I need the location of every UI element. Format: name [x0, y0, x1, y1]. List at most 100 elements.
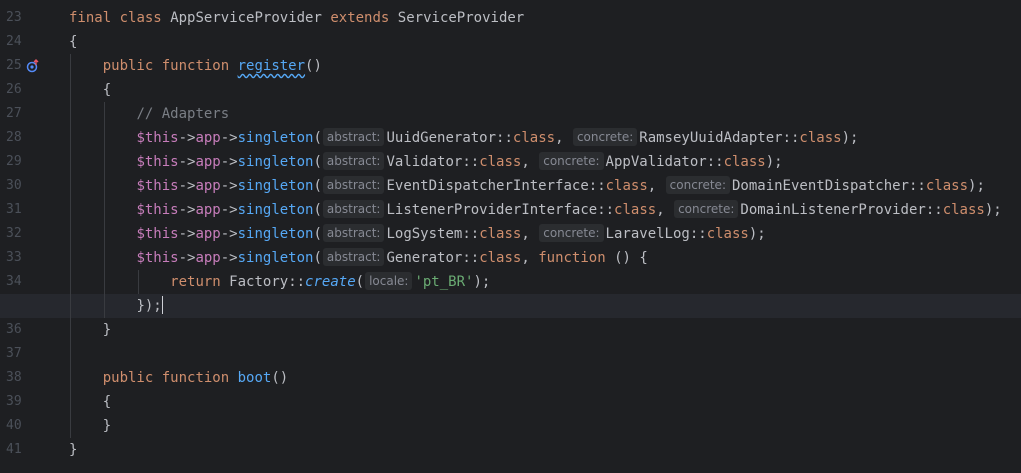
- param-hint: abstract:: [322, 152, 385, 170]
- paren: (: [313, 178, 322, 194]
- comma: ,: [521, 226, 530, 242]
- property-app: app: [195, 130, 221, 146]
- method-register[interactable]: register: [238, 58, 305, 74]
- this-var: $this: [136, 154, 179, 170]
- keyword: extends: [330, 10, 390, 26]
- this-var: $this: [136, 178, 179, 194]
- indent-guide: [70, 150, 71, 174]
- paren: (: [355, 274, 365, 290]
- code-line[interactable]: $this->app->singleton(abstract: Generator…: [0, 246, 1021, 270]
- indent-guide: [70, 318, 71, 342]
- code-line[interactable]: $this->app->singleton(abstract: LogSystem…: [0, 222, 1021, 246]
- indent-guide: [104, 150, 105, 174]
- paren: (: [313, 154, 322, 170]
- property-app: app: [195, 202, 221, 218]
- class-ref: UuidGenerator: [386, 130, 497, 146]
- method-singleton: singleton: [237, 154, 314, 170]
- keyword: function: [538, 250, 606, 266]
- class-ref: LogSystem: [386, 226, 463, 242]
- paren: (: [313, 202, 322, 218]
- param-hint: concrete:: [674, 200, 739, 218]
- keyword: public: [102, 370, 154, 386]
- indent-guide: [104, 270, 105, 294]
- indent-guide: [70, 270, 71, 294]
- arrow: ->: [178, 130, 196, 146]
- brace: }: [69, 442, 78, 458]
- close-stmt: );: [984, 202, 1002, 218]
- class-ref: AppValidator: [605, 154, 707, 170]
- code-line[interactable]: $this->app->singleton(abstract: ListenerP…: [0, 198, 1021, 222]
- param-hint: concrete:: [539, 224, 604, 242]
- code-line[interactable]: return Factory::create(locale:'pt_BR');: [0, 270, 1021, 294]
- indent-guide: [70, 102, 71, 126]
- code-line[interactable]: // Adapters: [0, 102, 1021, 126]
- param-hint: concrete:: [572, 128, 638, 146]
- keyword: class: [479, 250, 522, 266]
- param-hint: abstract:: [322, 248, 385, 266]
- code-line[interactable]: public function boot(): [0, 366, 1021, 390]
- code-line[interactable]: public function register(): [0, 54, 1021, 78]
- dcolon: ::: [689, 226, 707, 242]
- indent-guide: [104, 222, 105, 246]
- code-line[interactable]: }: [0, 438, 1021, 462]
- class-ref: Validator: [386, 154, 463, 170]
- code-line[interactable]: {: [0, 390, 1021, 414]
- code-line[interactable]: $this->app->singleton(abstract: EventDisp…: [0, 174, 1021, 198]
- class-ref: Generator: [386, 250, 463, 266]
- arrow: ->: [178, 202, 196, 218]
- param-hint: concrete:: [665, 176, 730, 194]
- code-area[interactable]: final class AppServiceProvider extends S…: [0, 6, 1021, 462]
- indent-guide: [104, 198, 105, 222]
- indent-guide: [70, 54, 71, 78]
- paren: (: [313, 130, 322, 146]
- indent-guide: [104, 246, 105, 270]
- param-hint: abstract:: [322, 200, 385, 218]
- indent-guide: [104, 294, 105, 318]
- code-line[interactable]: }: [0, 414, 1021, 438]
- close-stmt: );: [968, 178, 985, 194]
- keyword: return: [170, 274, 221, 290]
- param-hint: abstract:: [322, 224, 385, 242]
- arrow: ->: [178, 250, 196, 266]
- dcolon: ::: [909, 178, 926, 194]
- method-create: create: [305, 274, 356, 290]
- code-line[interactable]: {: [0, 30, 1021, 54]
- method-boot[interactable]: boot: [238, 370, 272, 386]
- keyword: class: [925, 178, 969, 194]
- code-editor[interactable]: 23 24 25 26 27 28 29 30 31 32 33 34 35 3…: [0, 0, 1021, 473]
- indent-guide: [70, 246, 71, 270]
- dcolon: ::: [462, 226, 480, 242]
- code-line[interactable]: }: [0, 318, 1021, 342]
- dcolon: ::: [462, 250, 480, 266]
- method-singleton: singleton: [237, 130, 314, 146]
- keyword: class: [119, 10, 162, 26]
- text-caret: [161, 296, 164, 314]
- arrow: ->: [220, 130, 238, 146]
- arrow: ->: [220, 178, 238, 194]
- string-literal: 'pt_BR': [414, 274, 474, 290]
- comma: ,: [521, 250, 530, 266]
- dcolon: ::: [706, 154, 724, 170]
- code-line[interactable]: $this->app->singleton(abstract: UuidGener…: [0, 126, 1021, 150]
- method-singleton: singleton: [237, 226, 314, 242]
- indent-guide: [70, 198, 71, 222]
- code-line-current[interactable]: });: [0, 294, 1021, 318]
- class-ref: Factory: [229, 274, 289, 290]
- indent-guide: [104, 174, 105, 198]
- keyword: class: [479, 154, 522, 170]
- keyword: class: [512, 130, 556, 146]
- code-line[interactable]: {: [0, 78, 1021, 102]
- code-line[interactable]: $this->app->singleton(abstract: Validator…: [0, 150, 1021, 174]
- comma: ,: [647, 178, 657, 194]
- code-line[interactable]: [0, 342, 1021, 366]
- dcolon: ::: [288, 274, 306, 290]
- indent-guide: [70, 126, 71, 150]
- keyword: final: [69, 10, 112, 26]
- code-line[interactable]: final class AppServiceProvider extends S…: [0, 6, 1021, 30]
- indent-guide: [104, 126, 105, 150]
- class-ref: DomainListenerProvider: [740, 202, 926, 218]
- brace: {: [102, 82, 112, 98]
- this-var: $this: [136, 202, 179, 218]
- param-hint: abstract:: [322, 128, 385, 146]
- brace: {: [102, 394, 112, 410]
